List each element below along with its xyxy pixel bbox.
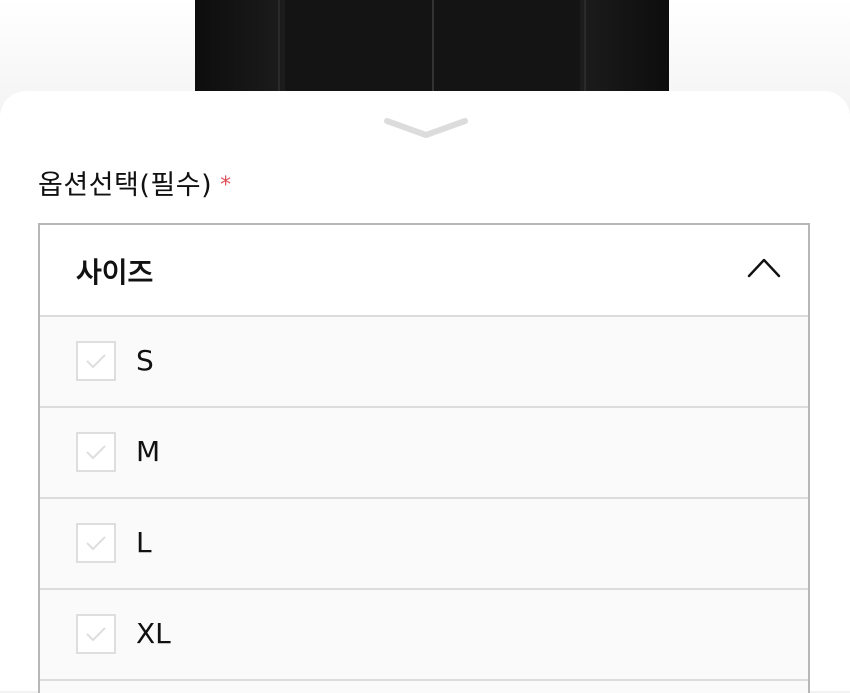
size-option-m[interactable]: M: [40, 408, 808, 499]
option-section-title: 옵션선택(필수) *: [38, 163, 232, 202]
size-dropdown-header[interactable]: 사이즈: [40, 225, 808, 317]
size-option-label: L: [136, 526, 152, 559]
size-option-label: M: [136, 435, 161, 468]
size-option-xl[interactable]: XL: [40, 590, 808, 681]
size-option-l[interactable]: L: [40, 499, 808, 590]
size-dropdown: 사이즈 S M L XL: [38, 223, 810, 693]
check-icon: [86, 627, 106, 642]
size-option-checkbox[interactable]: [76, 523, 116, 563]
size-option-label: XL: [136, 617, 171, 650]
size-option-checkbox[interactable]: [76, 341, 116, 381]
size-dropdown-label: 사이즈: [76, 256, 154, 289]
required-mark: *: [220, 173, 232, 198]
chevron-down-icon[interactable]: [383, 115, 469, 143]
size-option-s[interactable]: S: [40, 317, 808, 408]
check-icon: [86, 445, 106, 460]
check-icon: [86, 354, 106, 369]
size-option-checkbox[interactable]: [76, 614, 116, 654]
check-icon: [86, 536, 106, 551]
size-option-checkbox[interactable]: [76, 432, 116, 472]
option-section-title-text: 옵션선택(필수): [38, 170, 213, 201]
chevron-up-icon[interactable]: [746, 255, 782, 279]
size-option-label: S: [136, 344, 154, 377]
